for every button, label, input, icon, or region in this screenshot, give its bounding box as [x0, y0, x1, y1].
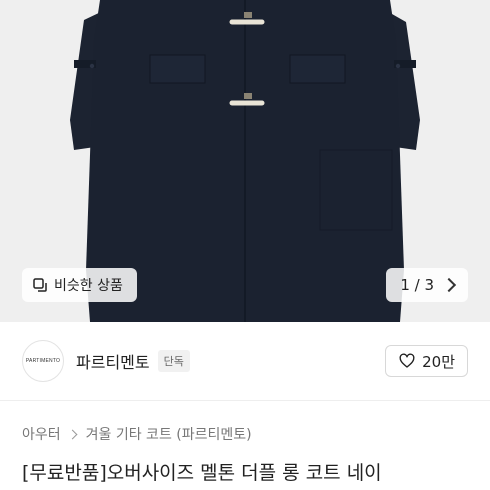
- chevron-right-icon: [67, 429, 78, 439]
- breadcrumb: 아우터 겨울 기타 코트 (파르티멘토): [22, 424, 252, 444]
- heart-icon: [399, 353, 415, 368]
- similar-products-label: 비슷한 상품: [54, 278, 123, 294]
- shop-row: PARTIMENTO 파르티멘토 단독 20만: [0, 322, 490, 400]
- divider: [0, 400, 490, 401]
- image-pager[interactable]: 1 / 3: [386, 268, 468, 302]
- product-image-gallery[interactable]: 비슷한 상품 1 / 3: [0, 0, 490, 322]
- breadcrumb-item-outer[interactable]: 아우터: [22, 424, 61, 444]
- similar-products-button[interactable]: 비슷한 상품: [22, 268, 137, 302]
- shop-avatar-text: PARTIMENTO: [25, 358, 61, 364]
- like-button[interactable]: 20만: [385, 345, 468, 377]
- breadcrumb-item-category[interactable]: 겨울 기타 코트 (파르티멘토): [86, 424, 252, 444]
- shop-avatar[interactable]: PARTIMENTO: [22, 340, 64, 382]
- pager-text: 1 / 3: [400, 276, 434, 294]
- exclusive-badge: 단독: [157, 350, 190, 372]
- like-count: 20만: [422, 352, 455, 371]
- product-title: [무료반품]오버사이즈 멜톤 더플 롱 코트 네이: [22, 462, 382, 484]
- shop-name[interactable]: 파르티멘토: [76, 349, 150, 373]
- chevron-right-icon: [441, 277, 457, 293]
- copy-icon: [33, 278, 47, 292]
